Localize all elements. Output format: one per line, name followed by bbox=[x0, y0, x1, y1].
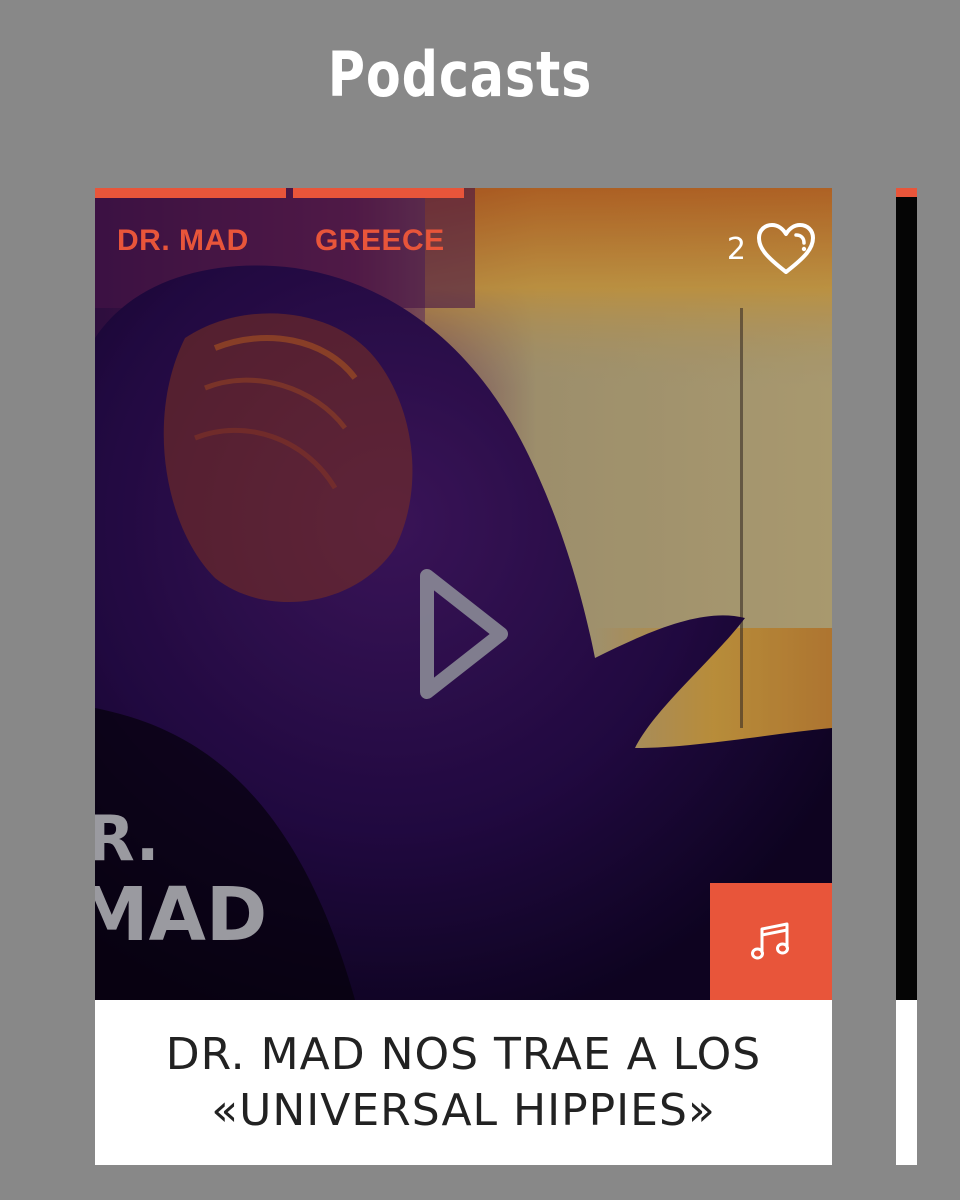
music-note-icon bbox=[751, 922, 789, 960]
like-count: 2 bbox=[726, 231, 746, 267]
play-button[interactable] bbox=[413, 564, 513, 704]
next-card-image bbox=[896, 197, 917, 1000]
podcasts-page: Podcasts R. MAD DR. MAD GREECE 2 DR. MAD… bbox=[0, 0, 960, 1200]
next-podcast-card[interactable] bbox=[896, 188, 917, 1165]
heart-icon[interactable] bbox=[756, 222, 816, 276]
podcast-cover-image[interactable]: R. MAD DR. MAD GREECE 2 bbox=[95, 188, 832, 1000]
cover-watermark-line1: R. bbox=[95, 802, 159, 875]
card-caption[interactable]: DR. MAD NOS TRAE A LOS «UNIVERSAL HIPPIE… bbox=[95, 1000, 832, 1165]
podcast-card[interactable]: R. MAD DR. MAD GREECE 2 DR. MAD NOS TRAE… bbox=[95, 188, 832, 1165]
tag-bar-greece bbox=[293, 188, 464, 198]
podcast-type-badge bbox=[710, 883, 832, 1000]
tag-dr-mad[interactable]: DR. MAD bbox=[117, 224, 249, 258]
tag-greece[interactable]: GREECE bbox=[315, 224, 445, 258]
likes[interactable]: 2 bbox=[727, 222, 816, 276]
cover-watermark-line2: MAD bbox=[95, 872, 267, 958]
podcast-title[interactable]: DR. MAD NOS TRAE A LOS «UNIVERSAL HIPPIE… bbox=[144, 1027, 784, 1139]
play-icon bbox=[420, 569, 508, 699]
next-card-tag-bar bbox=[896, 188, 917, 197]
page-title: Podcasts bbox=[327, 38, 593, 111]
tag-bar-dr-mad bbox=[95, 188, 286, 198]
